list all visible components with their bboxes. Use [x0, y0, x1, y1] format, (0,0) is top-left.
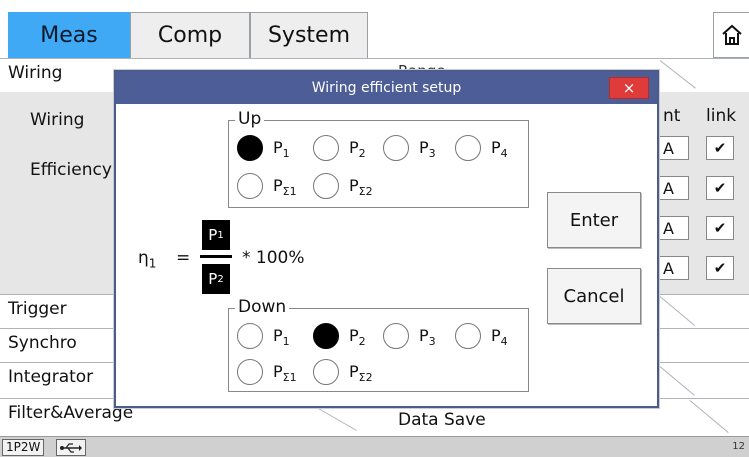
home-icon — [721, 24, 742, 45]
cancel-button[interactable]: Cancel — [547, 268, 641, 324]
current-range-box[interactable]: A — [659, 256, 689, 280]
down-group: Down P1 P2 P3 P4 PΣ1 PΣ2 — [228, 297, 529, 392]
current-range-box[interactable]: A — [659, 216, 689, 240]
down-legend: Down — [235, 297, 290, 317]
percent-multiplier: * 100% — [242, 248, 305, 268]
tab-system[interactable]: System — [250, 12, 368, 58]
up-label-psigma2: PΣ2 — [349, 176, 373, 199]
check-icon: ✔ — [713, 219, 727, 237]
down-radio-p3[interactable] — [383, 323, 409, 349]
usb-icon — [60, 442, 82, 453]
up-label-p2: P2 — [349, 138, 366, 161]
current-range-box[interactable]: A — [659, 136, 689, 160]
numerator-box: P1 — [202, 220, 230, 250]
current-column-header: nt — [663, 106, 681, 126]
dialog-title-bar: Wiring efficient setup — [116, 72, 657, 104]
section-wiring-label: Wiring — [8, 63, 63, 83]
equals-sign: = — [176, 248, 191, 268]
up-label-p3: P3 — [419, 138, 436, 161]
efficiency-symbol: η1 — [138, 248, 157, 271]
check-icon: ✔ — [713, 179, 727, 197]
link-checkbox[interactable]: ✔ — [706, 136, 734, 160]
current-range-box[interactable]: A — [659, 176, 689, 200]
down-label-p4: P4 — [491, 326, 508, 349]
up-group: Up P1 P2 P3 P4 PΣ1 PΣ2 — [228, 109, 529, 208]
down-radio-p1[interactable] — [237, 323, 263, 349]
link-checkbox[interactable]: ✔ — [706, 176, 734, 200]
check-icon: ✔ — [713, 259, 727, 277]
up-radio-psigma2[interactable] — [313, 173, 339, 199]
section-integrator-label: Integrator — [8, 367, 94, 387]
link-column-header: link — [706, 106, 737, 126]
down-label-p3: P3 — [419, 326, 436, 349]
up-label-p4: P4 — [491, 138, 508, 161]
tab-comp[interactable]: Comp — [130, 12, 250, 58]
section-trigger-label: Trigger — [8, 299, 67, 319]
down-label-p2: P2 — [349, 326, 366, 349]
down-label-psigma1: PΣ1 — [273, 362, 297, 385]
unit-label: A — [663, 138, 674, 158]
section-synchro-label: Synchro — [8, 333, 77, 353]
enter-button[interactable]: Enter — [547, 192, 641, 248]
up-radio-p3[interactable] — [383, 135, 409, 161]
up-legend: Up — [235, 109, 265, 129]
usb-indicator — [56, 439, 86, 456]
up-radio-p4[interactable] — [455, 135, 481, 161]
home-button[interactable] — [713, 12, 749, 58]
fraction-line — [200, 255, 232, 258]
link-checkbox[interactable]: ✔ — [706, 216, 734, 240]
wiring-efficiency-dialog: Wiring efficient setup × Up P1 P2 P3 P4 … — [114, 70, 659, 408]
denominator-box: P2 — [202, 264, 230, 294]
status-bar: 1P2W 12 — [0, 436, 749, 457]
top-tab-bar: Meas Comp System — [0, 0, 749, 58]
check-icon: ✔ — [713, 139, 727, 157]
unit-label: A — [663, 258, 674, 278]
section-data-save-label[interactable]: Data Save — [398, 410, 486, 430]
efficiency-setting-label: Efficiency — [30, 160, 112, 180]
wiring-mode-indicator: 1P2W — [2, 439, 45, 456]
up-label-p1: P1 — [273, 138, 290, 161]
up-radio-p2[interactable] — [313, 135, 339, 161]
down-label-psigma2: PΣ2 — [349, 362, 373, 385]
cancel-button-label: Cancel — [563, 285, 625, 307]
down-radio-p2[interactable] — [313, 323, 339, 349]
close-button[interactable]: × — [609, 77, 649, 99]
link-checkbox[interactable]: ✔ — [706, 256, 734, 280]
unit-label: A — [663, 218, 674, 238]
down-radio-p4[interactable] — [455, 323, 481, 349]
up-label-psigma1: PΣ1 — [273, 176, 297, 199]
down-label-p1: P1 — [273, 326, 290, 349]
close-icon: × — [622, 79, 636, 97]
enter-button-label: Enter — [569, 209, 619, 231]
tab-meas[interactable]: Meas — [8, 12, 130, 58]
down-radio-psigma1[interactable] — [237, 359, 263, 385]
page-number: 12 — [732, 441, 745, 452]
wiring-setting-label: Wiring — [30, 110, 85, 130]
dialog-title: Wiring efficient setup — [311, 80, 462, 96]
unit-label: A — [663, 178, 674, 198]
up-radio-psigma1[interactable] — [237, 173, 263, 199]
up-radio-p1[interactable] — [237, 135, 263, 161]
down-radio-psigma2[interactable] — [313, 359, 339, 385]
